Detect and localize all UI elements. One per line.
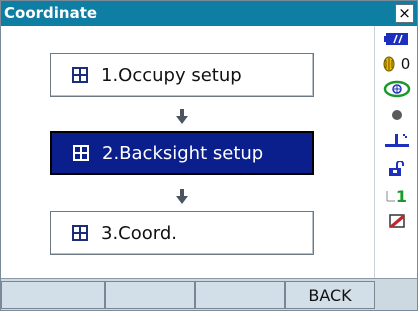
- memory-card-icon[interactable]: [375, 211, 418, 231]
- status-bar: 0 1: [374, 26, 417, 278]
- menu-item-label: 2.Backsight setup: [102, 142, 264, 164]
- battery-icon[interactable]: [375, 30, 418, 48]
- menu-item-occupy-setup[interactable]: 1.Occupy setup: [50, 53, 314, 97]
- menu-area: 1.Occupy setup 2.Backsight setup 3.Coord…: [1, 26, 374, 278]
- prism-icon: [383, 56, 395, 72]
- arrow-down-icon: [175, 189, 189, 205]
- app-window: Coordinate × 1.Occupy setup 2.Backsight …: [0, 0, 418, 311]
- prism-constant[interactable]: 0: [375, 54, 418, 74]
- arrow-down-icon: [175, 109, 189, 125]
- input-mode-text: 1: [395, 186, 408, 206]
- softkey-3[interactable]: [195, 281, 285, 309]
- tilt-compensation-icon[interactable]: [375, 79, 418, 99]
- input-mode-icon: [386, 191, 395, 202]
- grid-icon: [72, 144, 90, 162]
- menu-item-label: 1.Occupy setup: [101, 64, 242, 86]
- back-button[interactable]: BACK: [285, 281, 375, 309]
- softkey-1[interactable]: [1, 281, 105, 309]
- menu-item-label: 3.Coord.: [101, 222, 177, 244]
- close-icon: ×: [398, 4, 411, 22]
- close-button[interactable]: ×: [395, 4, 414, 23]
- window-title: Coordinate: [4, 4, 98, 22]
- input-mode-indicator[interactable]: 1: [375, 184, 418, 208]
- laser-dot-icon[interactable]: [375, 107, 418, 123]
- grid-icon: [71, 66, 89, 84]
- unlock-icon[interactable]: [375, 159, 418, 179]
- prism-constant-value: 0: [400, 55, 411, 73]
- level-icon[interactable]: [375, 129, 418, 151]
- menu-item-backsight-setup[interactable]: 2.Backsight setup: [50, 131, 314, 175]
- menu-item-coord[interactable]: 3.Coord.: [50, 211, 314, 255]
- grid-icon: [71, 224, 89, 242]
- title-bar: Coordinate ×: [1, 1, 417, 26]
- softkey-bar: BACK: [1, 278, 417, 310]
- softkey-2[interactable]: [105, 281, 195, 309]
